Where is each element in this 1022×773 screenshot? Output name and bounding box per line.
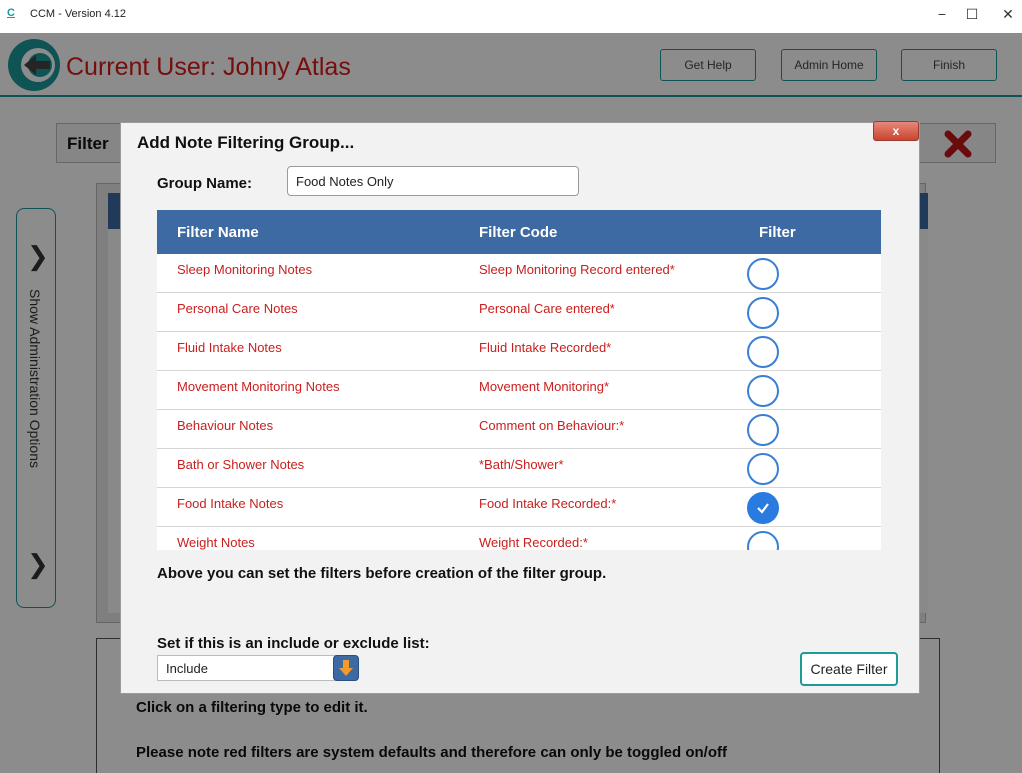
create-filter-button[interactable]: Create Filter	[800, 652, 898, 686]
filter-code-cell: Weight Recorded:*	[479, 535, 588, 550]
table-row[interactable]: Food Intake Notes Food Intake Recorded:*	[157, 488, 881, 527]
filter-toggle-checkbox[interactable]	[747, 531, 779, 550]
table-row[interactable]: Behaviour Notes Comment on Behaviour:*	[157, 410, 881, 449]
group-name-label: Group Name:	[157, 175, 253, 192]
close-window-icon[interactable]: ✕	[998, 6, 1018, 23]
include-exclude-select[interactable]: Include	[157, 655, 343, 681]
table-row[interactable]: Fluid Intake Notes Fluid Intake Recorded…	[157, 332, 881, 371]
filter-code-cell: Fluid Intake Recorded*	[479, 340, 612, 355]
filter-toggle-checkbox[interactable]	[747, 336, 779, 368]
filter-name-cell: Sleep Monitoring Notes	[177, 262, 313, 277]
filter-toggle-checkbox[interactable]	[747, 375, 779, 407]
include-exclude-label: Set if this is an include or exclude lis…	[157, 635, 430, 652]
filter-code-cell: Movement Monitoring*	[479, 379, 610, 394]
filter-code-cell: Personal Care entered*	[479, 301, 615, 316]
filter-code-cell: Sleep Monitoring Record entered*	[479, 262, 675, 277]
table-row[interactable]: Personal Care Notes Personal Care entere…	[157, 293, 881, 332]
filter-name-cell: Food Intake Notes	[177, 496, 284, 511]
minimize-icon[interactable]: −	[932, 6, 952, 22]
maximize-icon[interactable]: ☐	[962, 6, 982, 23]
column-header-filter-name: Filter Name	[177, 224, 259, 241]
filter-name-cell: Fluid Intake Notes	[177, 340, 282, 355]
table-header: Filter Name Filter Code Filter	[157, 210, 881, 254]
table-row[interactable]: Sleep Monitoring Notes Sleep Monitoring …	[157, 254, 881, 293]
dropdown-arrow-icon[interactable]	[333, 655, 359, 681]
filter-toggle-checkbox[interactable]	[747, 414, 779, 446]
filter-toggle-checkbox[interactable]	[747, 258, 779, 290]
filter-toggle-checkbox-checked[interactable]	[747, 492, 779, 524]
table-row[interactable]: Bath or Shower Notes *Bath/Shower*	[157, 449, 881, 488]
dialog-title: Add Note Filtering Group...	[137, 133, 355, 152]
table-row[interactable]: Movement Monitoring Notes Movement Monit…	[157, 371, 881, 410]
filter-name-cell: Bath or Shower Notes	[177, 457, 305, 472]
table-row[interactable]: Weight Notes Weight Recorded:*	[157, 527, 881, 550]
filter-name-cell: Weight Notes	[177, 535, 255, 550]
filters-table: Filter Name Filter Code Filter Sleep Mon…	[157, 210, 881, 550]
filter-toggle-checkbox[interactable]	[747, 453, 779, 485]
app-icon: C	[7, 7, 15, 19]
column-header-filter: Filter	[759, 224, 796, 241]
filter-code-cell: *Bath/Shower*	[479, 457, 564, 472]
add-note-filtering-group-dialog: Add Note Filtering Group... x Group Name…	[120, 121, 920, 694]
filter-name-cell: Movement Monitoring Notes	[177, 379, 340, 394]
window-title: CCM - Version 4.12	[30, 8, 126, 20]
filter-toggle-checkbox[interactable]	[747, 297, 779, 329]
filter-code-cell: Comment on Behaviour:*	[479, 418, 625, 433]
filter-name-cell: Behaviour Notes	[177, 418, 274, 433]
filters-help-text: Above you can set the filters before cre…	[157, 565, 607, 582]
window-titlebar: C CCM - Version 4.12 − ☐ ✕	[0, 0, 1022, 33]
checkmark-icon	[757, 503, 769, 514]
group-name-input[interactable]	[287, 166, 579, 196]
dialog-close-button[interactable]: x	[873, 121, 919, 141]
column-header-filter-code: Filter Code	[479, 224, 558, 241]
filter-code-cell: Food Intake Recorded:*	[479, 496, 617, 511]
filter-name-cell: Personal Care Notes	[177, 301, 298, 316]
